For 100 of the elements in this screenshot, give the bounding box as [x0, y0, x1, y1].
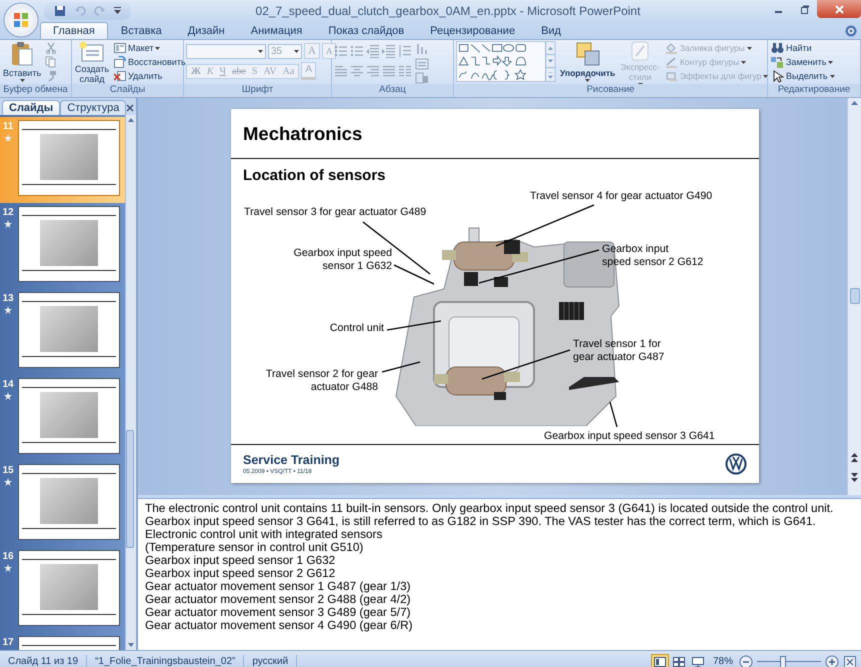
slide-counter: Слайд 11 из 19	[0, 654, 88, 667]
scrollbar[interactable]	[847, 98, 861, 495]
layout-icon	[114, 42, 126, 54]
group-label: Шрифт	[184, 84, 331, 96]
transition-icon	[4, 564, 12, 572]
scrollbar-thumb[interactable]	[126, 430, 134, 548]
new-slide-icon	[79, 41, 105, 63]
callout-label: Travel sensor 2 for gear actuator G488	[266, 368, 378, 394]
save-icon[interactable]	[54, 5, 66, 17]
slide-number: 15	[2, 465, 14, 476]
zoom-in-icon[interactable]	[825, 654, 839, 667]
fit-to-window-icon[interactable]	[843, 654, 857, 667]
slide-thumbnail[interactable]	[18, 464, 120, 540]
caret-icon	[294, 50, 299, 52]
ribbon-tab[interactable]: Дизайн	[174, 22, 238, 39]
notes-line: Electronic control unit with integrated sensors	[145, 528, 384, 541]
close-icon[interactable]	[126, 104, 134, 112]
group-label: Рисование	[454, 84, 767, 96]
window-title: 02_7_speed_dual_clutch_gearbox_0AM_en.pptx - Microsoft PowerPoint	[254, 4, 642, 18]
zoom-level[interactable]: 78%	[712, 656, 733, 667]
align-text-icon[interactable]	[415, 58, 429, 70]
caret-icon	[155, 46, 160, 50]
transition-icon	[4, 306, 12, 314]
transition-icon	[4, 478, 12, 486]
notes-line: Gearbox input speed sensor 1 G632	[145, 554, 336, 567]
fill-icon	[664, 42, 678, 54]
close-button[interactable]	[817, 0, 861, 18]
caret-icon	[746, 46, 752, 50]
cut-icon[interactable]	[45, 42, 58, 54]
caret-icon	[763, 74, 768, 78]
effects-icon	[664, 70, 678, 82]
slides-command[interactable]: Макет	[113, 42, 187, 54]
ribbon-tab[interactable]: Вставка	[108, 22, 175, 39]
caret-icon	[830, 74, 835, 78]
slide-number: 17	[2, 637, 14, 648]
notes-line: Gear actuator movement sensor 1 G487 (gear 1/3)	[145, 580, 412, 593]
slide-thumbnail[interactable]	[18, 120, 120, 196]
slide-subtitle: Location of sensors	[243, 167, 386, 184]
slide-thumbnail[interactable]	[18, 292, 120, 368]
scrollbar[interactable]	[125, 115, 136, 650]
notes-line: Gearbox input speed sensor 3 G641, is still referred to as G182 in SSP 390. The VAS tester has the correct term, which is G641.	[145, 515, 817, 528]
language-indicator[interactable]: русский	[244, 654, 298, 667]
notes-line: Gearbox input speed sensor 2 G612	[145, 567, 336, 580]
slide-thumbnail[interactable]	[18, 378, 120, 454]
caret-icon	[828, 60, 834, 64]
pane-tab[interactable]: Слайды	[2, 100, 60, 115]
arrange-button[interactable]: Упорядочить	[559, 41, 616, 82]
editing-command[interactable]: Заменить	[770, 56, 836, 68]
leader-line	[382, 361, 420, 373]
restore-icon[interactable]	[800, 4, 808, 14]
ribbon-tab[interactable]: Главная	[40, 22, 108, 39]
slide-number: 11	[2, 121, 14, 132]
view-button[interactable]	[650, 654, 669, 667]
customize-icon[interactable]	[114, 7, 121, 15]
slide-number: 12	[2, 207, 14, 218]
zoom-slider[interactable]	[757, 656, 821, 667]
paste-icon	[10, 41, 34, 67]
ribbon-tab[interactable]: Вид	[528, 22, 574, 39]
text-direction-icon[interactable]	[415, 42, 429, 56]
styles-icon	[630, 41, 650, 61]
caret-icon	[585, 79, 590, 82]
slide-title: Mechatronics	[243, 122, 362, 144]
notes-line: Gear actuator movement sensor 2 G488 (gear 4/2)	[145, 593, 412, 606]
help-icon[interactable]	[845, 25, 857, 37]
group-label: Абзац	[332, 84, 453, 96]
slideshow-icon	[692, 656, 704, 666]
zoom-out-icon[interactable]	[739, 654, 753, 667]
pane-tab[interactable]: Структура	[60, 100, 126, 115]
slide-number: 13	[2, 293, 14, 304]
slide-number: 16	[2, 551, 14, 562]
delete-icon	[114, 70, 126, 82]
paste-button[interactable]: Вставить	[2, 41, 42, 82]
scrollbar-thumb[interactable]	[850, 288, 860, 304]
slides-command[interactable]: Удалить	[113, 70, 187, 82]
ribbon-tab[interactable]: Показ слайдов	[315, 22, 418, 39]
editing-command[interactable]: Выделить	[770, 70, 836, 82]
slide-thumbnail[interactable]	[18, 550, 120, 626]
slides-command[interactable]: Восстановить	[113, 56, 187, 68]
callout-label: Gearbox input speed sensor 3 G641	[544, 430, 715, 443]
reset-icon	[114, 56, 126, 68]
caret-icon	[20, 79, 25, 82]
slider-thumb[interactable]	[780, 656, 786, 667]
caret-icon	[258, 50, 263, 52]
sorter-view-icon	[672, 656, 685, 666]
copy-icon[interactable]	[45, 56, 58, 68]
notes-line: The electronic control unit contains 11 built-in sensors. Only gearbox input speed sensor 3 (G641) is located outside the control unit.	[145, 502, 834, 515]
ribbon-tab[interactable]: Рецензирование	[417, 22, 528, 39]
callout-label: Gearbox input speed sensor 2 G612	[602, 243, 704, 269]
leader-line	[386, 320, 442, 331]
editing-command[interactable]: Найти	[770, 42, 836, 54]
slide-number: 14	[2, 379, 14, 390]
arrange-icon	[574, 41, 601, 67]
shapes-gallery[interactable]	[456, 41, 556, 82]
slide-thumbnail[interactable]	[18, 206, 120, 282]
ribbon-tab[interactable]: Анимация	[238, 22, 316, 39]
outline-icon	[664, 56, 678, 68]
callout-label: Gearbox input speed sensor 1 G632	[294, 247, 392, 273]
group-label: Буфер обмена	[0, 84, 71, 96]
callout-label: Travel sensor 4 for gear actuator G490	[530, 190, 712, 203]
theme-name: “1_Folie_Trainingsbaustein_02”	[87, 654, 244, 667]
